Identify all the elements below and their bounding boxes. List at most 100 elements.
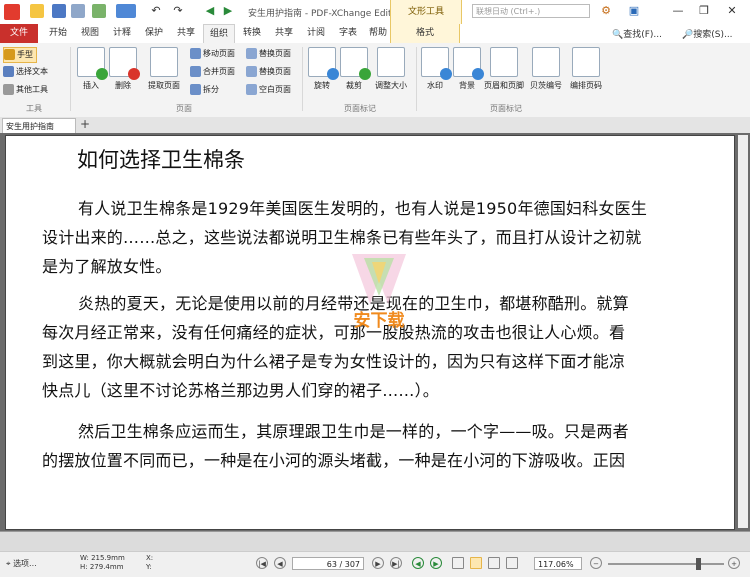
- prev-page-icon[interactable]: ◀: [274, 557, 286, 569]
- page-number-input[interactable]: 63 / 307: [292, 557, 364, 570]
- merge-pages-button[interactable]: 合并页面: [190, 65, 235, 79]
- window-title: 安生用护指南 - PDF-XChange Editor: [248, 9, 401, 19]
- app-logo-icon: [4, 4, 20, 20]
- swap-pages-icon: [246, 66, 257, 77]
- tab-share-2[interactable]: 共享: [270, 24, 298, 43]
- insert-page-button[interactable]: 插入: [74, 47, 108, 91]
- cursor-icon: ⌖: [6, 559, 14, 568]
- file-tab[interactable]: 文件: [0, 24, 38, 43]
- single-page-view-icon[interactable]: [452, 557, 464, 569]
- blank-page-button[interactable]: 空白页面: [246, 83, 291, 97]
- merge-pages-icon: [190, 66, 201, 77]
- window-layout-icon[interactable]: ▣: [626, 3, 642, 19]
- back-icon[interactable]: ◀: [202, 3, 218, 19]
- continuous-facing-view-icon[interactable]: [506, 557, 518, 569]
- zoom-slider-handle[interactable]: [696, 558, 701, 570]
- first-page-icon[interactable]: |◀: [256, 557, 268, 569]
- split-label: 拆分: [203, 85, 219, 94]
- continuous-view-icon[interactable]: [470, 557, 482, 569]
- header-footer-button[interactable]: 页眉和页脚: [484, 47, 524, 91]
- pdf-page: 如何选择卫生棉条 有人说卫生棉条是1929年美国医生发明的，也有人说是1950年…: [5, 135, 735, 530]
- move-pages-button[interactable]: 移动页面: [190, 47, 235, 61]
- next-page-icon[interactable]: ▶: [372, 557, 384, 569]
- replace-pages-icon: [246, 48, 257, 59]
- swap-pages-button[interactable]: 替换页面: [246, 65, 291, 79]
- background-button[interactable]: 背景: [450, 47, 484, 91]
- find-button[interactable]: 🔍查找(F)...: [612, 27, 662, 40]
- restore-button[interactable]: ❐: [696, 3, 712, 19]
- history-forward-icon[interactable]: ▶: [430, 557, 442, 569]
- rotate-button[interactable]: 旋转: [305, 47, 339, 91]
- gear-icon: [3, 84, 14, 95]
- close-button[interactable]: ✕: [724, 3, 740, 19]
- facing-view-icon[interactable]: [488, 557, 500, 569]
- save-icon[interactable]: [52, 4, 66, 18]
- search-button[interactable]: 🔎搜索(S)...: [682, 27, 733, 40]
- context-tab-group: 文形工具: [390, 0, 462, 24]
- page-numbering-button[interactable]: 编排页码: [566, 47, 606, 91]
- last-page-icon[interactable]: ▶|: [390, 557, 402, 569]
- watermark-text: 安下载: [354, 310, 405, 331]
- paragraph-line: 快点儿（这里不讨论苏格兰那边男人们穿的裙子……）。: [42, 381, 440, 400]
- zoom-slider[interactable]: [608, 563, 724, 565]
- crop-button[interactable]: 裁剪: [337, 47, 371, 91]
- tab-review[interactable]: 计阅: [302, 24, 330, 43]
- options-button[interactable]: ⌖ 选项...: [6, 558, 37, 569]
- y-readout: Y:: [146, 563, 152, 571]
- resize-button[interactable]: 调整大小: [371, 47, 411, 91]
- bates-numbering-button[interactable]: 贝茨编号: [526, 47, 566, 91]
- minimize-button[interactable]: —: [670, 3, 686, 19]
- tab-protect[interactable]: 保护: [140, 24, 168, 43]
- crop-icon: [340, 47, 371, 80]
- tab-help[interactable]: 帮助: [364, 24, 392, 43]
- email-icon[interactable]: [92, 4, 106, 18]
- split-button[interactable]: 拆分: [190, 83, 219, 97]
- document-tab[interactable]: 安生用护指南: [2, 118, 76, 133]
- undo-icon[interactable]: ↶: [148, 3, 164, 19]
- delete-page-button[interactable]: 删除: [106, 47, 140, 91]
- blank-page-icon: [246, 84, 257, 95]
- tab-home[interactable]: 开始: [44, 24, 72, 43]
- options-label: 选项...: [13, 559, 37, 568]
- vertical-scrollbar[interactable]: [738, 135, 748, 528]
- hand-tool-button[interactable]: 手型: [3, 47, 37, 63]
- watermark-button[interactable]: 水印: [418, 47, 452, 91]
- page-width-readout: W: 215.9mm: [80, 554, 125, 562]
- scan-icon[interactable]: [116, 4, 136, 18]
- open-icon[interactable]: [30, 4, 44, 18]
- redo-icon[interactable]: ↷: [170, 3, 186, 19]
- group-separator: [416, 47, 417, 111]
- tab-share[interactable]: 共享: [172, 24, 200, 43]
- zoom-in-icon[interactable]: +: [728, 557, 740, 569]
- tab-convert[interactable]: 转换: [238, 24, 266, 43]
- resize-label: 调整大小: [375, 81, 407, 90]
- tell-me-search-input[interactable]: 联想日动 (Ctrl+.): [472, 4, 590, 18]
- tab-format[interactable]: 格式: [390, 24, 460, 43]
- find-label: 查找(F)...: [623, 30, 663, 40]
- page-format-group-label: 页面标记: [490, 104, 522, 113]
- move-pages-icon: [190, 48, 201, 59]
- horizontal-scrollbar[interactable]: [0, 531, 750, 552]
- tab-view[interactable]: 视图: [76, 24, 104, 43]
- select-text-button[interactable]: 选择文本: [3, 65, 48, 79]
- print-icon[interactable]: [71, 4, 85, 18]
- new-tab-icon[interactable]: +: [80, 117, 92, 132]
- forward-icon[interactable]: ▶: [220, 3, 236, 19]
- tab-comment[interactable]: 计释: [108, 24, 136, 43]
- tab-organize[interactable]: 组织: [203, 24, 235, 43]
- page-markup-group-label: 页面标记: [344, 104, 376, 113]
- other-tools-button[interactable]: 其他工具: [3, 83, 48, 97]
- replace-pages-button[interactable]: 替换页面: [246, 47, 291, 61]
- zoom-out-icon[interactable]: −: [590, 557, 602, 569]
- history-back-icon[interactable]: ◀: [412, 557, 424, 569]
- extract-pages-button[interactable]: 提取页面: [144, 47, 184, 91]
- swap-pages-label: 替换页面: [259, 67, 291, 76]
- document-heading: 如何选择卫生棉条: [77, 148, 245, 172]
- group-separator: [302, 47, 303, 111]
- tab-form[interactable]: 字表: [334, 24, 362, 43]
- insert-label: 插入: [83, 81, 99, 90]
- zoom-level-select[interactable]: 117.06%: [534, 557, 582, 570]
- page-numbering-icon: [572, 47, 600, 77]
- settings-icon[interactable]: ⚙: [598, 3, 614, 19]
- search-label: 搜索(S)...: [693, 30, 733, 40]
